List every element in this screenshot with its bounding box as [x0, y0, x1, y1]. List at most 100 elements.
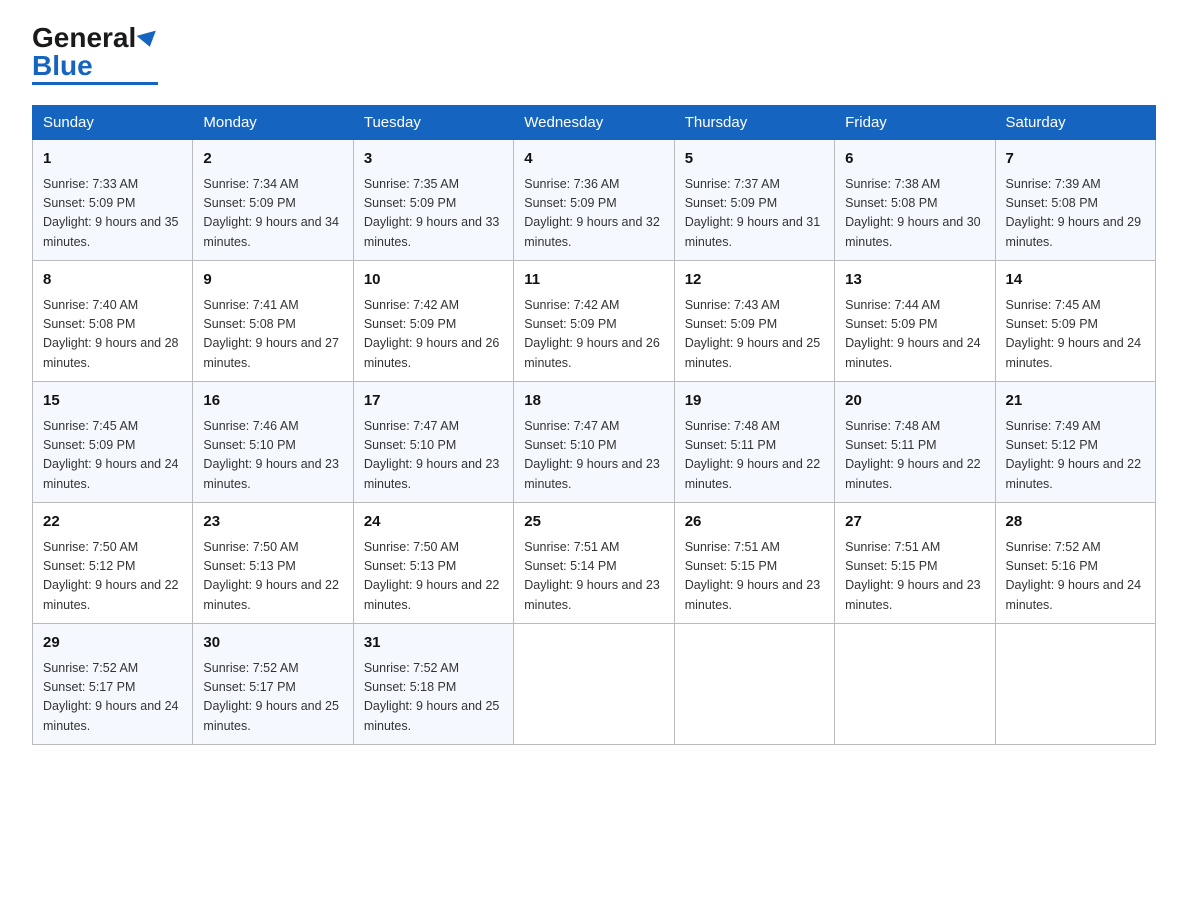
day-info: Sunrise: 7:42 AMSunset: 5:09 PMDaylight:… [524, 296, 663, 374]
calendar-cell: 15Sunrise: 7:45 AMSunset: 5:09 PMDayligh… [33, 382, 193, 503]
calendar-cell: 25 Sunrise: 7:51 AMSunset: 5:14 PMDayligh… [514, 503, 674, 624]
calendar-cell [514, 624, 674, 745]
day-info: Sunrise: 7:51 AMSunset: 5:15 PMDaylight:… [845, 538, 984, 616]
day-number: 18 [524, 390, 663, 413]
logo-line [32, 82, 158, 85]
calendar-cell: 8 Sunrise: 7:40 AMSunset: 5:08 PMDaylight… [33, 261, 193, 382]
day-info: Sunrise: 7:51 AMSunset: 5:15 PMDaylight:… [685, 538, 824, 616]
calendar-cell: 28Sunrise: 7:52 AMSunset: 5:16 PMDayligh… [995, 503, 1155, 624]
week-row-4: 22Sunrise: 7:50 AMSunset: 5:12 PMDayligh… [33, 503, 1156, 624]
calendar-cell: 30Sunrise: 7:52 AMSunset: 5:17 PMDayligh… [193, 624, 353, 745]
day-info: Sunrise: 7:40 AMSunset: 5:08 PMDaylight:… [43, 296, 182, 374]
calendar-cell: 31 Sunrise: 7:52 AMSunset: 5:18 PMDayligh… [353, 624, 513, 745]
logo-general: General [32, 22, 136, 53]
logo-blue: Blue [32, 50, 93, 81]
calendar-cell: 12 Sunrise: 7:43 AMSunset: 5:09 PMDayligh… [674, 261, 834, 382]
calendar-cell: 20 Sunrise: 7:48 AMSunset: 5:11 PMDayligh… [835, 382, 995, 503]
header-day-monday: Monday [193, 106, 353, 140]
calendar-cell: 9 Sunrise: 7:41 AMSunset: 5:08 PMDaylight… [193, 261, 353, 382]
day-info: Sunrise: 7:50 AMSunset: 5:13 PMDaylight:… [203, 538, 342, 616]
day-info: Sunrise: 7:47 AMSunset: 5:10 PMDaylight:… [524, 417, 663, 495]
logo-text: General Blue [32, 24, 158, 80]
calendar-cell: 23 Sunrise: 7:50 AMSunset: 5:13 PMDayligh… [193, 503, 353, 624]
week-row-2: 8 Sunrise: 7:40 AMSunset: 5:08 PMDaylight… [33, 261, 1156, 382]
day-number: 3 [364, 148, 503, 171]
calendar-cell: 29 Sunrise: 7:52 AMSunset: 5:17 PMDayligh… [33, 624, 193, 745]
page-header: General Blue [32, 24, 1156, 85]
day-number: 10 [364, 269, 503, 292]
day-info: Sunrise: 7:42 AMSunset: 5:09 PMDaylight:… [364, 296, 503, 374]
day-info: Sunrise: 7:50 AMSunset: 5:12 PMDaylight:… [43, 538, 182, 616]
calendar-table: SundayMondayTuesdayWednesdayThursdayFrid… [32, 105, 1156, 745]
header-day-thursday: Thursday [674, 106, 834, 140]
day-number: 4 [524, 148, 663, 171]
calendar-cell: 7 Sunrise: 7:39 AMSunset: 5:08 PMDaylight… [995, 140, 1155, 261]
day-info: Sunrise: 7:33 AMSunset: 5:09 PMDaylight:… [43, 175, 182, 253]
day-info: Sunrise: 7:48 AMSunset: 5:11 PMDaylight:… [845, 417, 984, 495]
day-number: 27 [845, 511, 984, 534]
day-number: 23 [203, 511, 342, 534]
calendar-cell: 21Sunrise: 7:49 AMSunset: 5:12 PMDayligh… [995, 382, 1155, 503]
header-day-saturday: Saturday [995, 106, 1155, 140]
day-info: Sunrise: 7:52 AMSunset: 5:18 PMDaylight:… [364, 659, 503, 737]
day-info: Sunrise: 7:38 AMSunset: 5:08 PMDaylight:… [845, 175, 984, 253]
header-day-friday: Friday [835, 106, 995, 140]
calendar-cell: 22Sunrise: 7:50 AMSunset: 5:12 PMDayligh… [33, 503, 193, 624]
day-info: Sunrise: 7:43 AMSunset: 5:09 PMDaylight:… [685, 296, 824, 374]
calendar-cell: 5Sunrise: 7:37 AMSunset: 5:09 PMDaylight… [674, 140, 834, 261]
header-row: SundayMondayTuesdayWednesdayThursdayFrid… [33, 106, 1156, 140]
calendar-body: 1Sunrise: 7:33 AMSunset: 5:09 PMDaylight… [33, 140, 1156, 745]
day-info: Sunrise: 7:48 AMSunset: 5:11 PMDaylight:… [685, 417, 824, 495]
day-number: 29 [43, 632, 182, 655]
day-number: 11 [524, 269, 663, 292]
calendar-cell: 2 Sunrise: 7:34 AMSunset: 5:09 PMDaylight… [193, 140, 353, 261]
day-number: 13 [845, 269, 984, 292]
week-row-5: 29 Sunrise: 7:52 AMSunset: 5:17 PMDayligh… [33, 624, 1156, 745]
calendar-cell: 1Sunrise: 7:33 AMSunset: 5:09 PMDaylight… [33, 140, 193, 261]
day-info: Sunrise: 7:35 AMSunset: 5:09 PMDaylight:… [364, 175, 503, 253]
day-info: Sunrise: 7:34 AMSunset: 5:09 PMDaylight:… [203, 175, 342, 253]
day-number: 15 [43, 390, 182, 413]
calendar-cell: 14Sunrise: 7:45 AMSunset: 5:09 PMDayligh… [995, 261, 1155, 382]
day-info: Sunrise: 7:51 AMSunset: 5:14 PMDaylight:… [524, 538, 663, 616]
day-info: Sunrise: 7:41 AMSunset: 5:08 PMDaylight:… [203, 296, 342, 374]
day-number: 12 [685, 269, 824, 292]
day-info: Sunrise: 7:39 AMSunset: 5:08 PMDaylight:… [1006, 175, 1145, 253]
day-number: 17 [364, 390, 503, 413]
calendar-cell: 4 Sunrise: 7:36 AMSunset: 5:09 PMDaylight… [514, 140, 674, 261]
calendar-cell [674, 624, 834, 745]
calendar-cell: 18 Sunrise: 7:47 AMSunset: 5:10 PMDayligh… [514, 382, 674, 503]
calendar-cell: 16 Sunrise: 7:46 AMSunset: 5:10 PMDayligh… [193, 382, 353, 503]
day-number: 19 [685, 390, 824, 413]
day-number: 24 [364, 511, 503, 534]
calendar-cell: 3 Sunrise: 7:35 AMSunset: 5:09 PMDaylight… [353, 140, 513, 261]
calendar-cell: 6Sunrise: 7:38 AMSunset: 5:08 PMDaylight… [835, 140, 995, 261]
day-number: 7 [1006, 148, 1145, 171]
calendar-cell: 10 Sunrise: 7:42 AMSunset: 5:09 PMDayligh… [353, 261, 513, 382]
day-number: 30 [203, 632, 342, 655]
day-info: Sunrise: 7:37 AMSunset: 5:09 PMDaylight:… [685, 175, 824, 253]
day-number: 20 [845, 390, 984, 413]
calendar-cell: 26Sunrise: 7:51 AMSunset: 5:15 PMDayligh… [674, 503, 834, 624]
day-number: 16 [203, 390, 342, 413]
day-number: 21 [1006, 390, 1145, 413]
day-number: 25 [524, 511, 663, 534]
day-number: 9 [203, 269, 342, 292]
calendar-cell: 19 Sunrise: 7:48 AMSunset: 5:11 PMDayligh… [674, 382, 834, 503]
day-number: 8 [43, 269, 182, 292]
calendar-cell: 13 Sunrise: 7:44 AMSunset: 5:09 PMDayligh… [835, 261, 995, 382]
day-info: Sunrise: 7:52 AMSunset: 5:17 PMDaylight:… [43, 659, 182, 737]
day-number: 2 [203, 148, 342, 171]
day-info: Sunrise: 7:36 AMSunset: 5:09 PMDaylight:… [524, 175, 663, 253]
day-info: Sunrise: 7:46 AMSunset: 5:10 PMDaylight:… [203, 417, 342, 495]
day-number: 14 [1006, 269, 1145, 292]
week-row-1: 1Sunrise: 7:33 AMSunset: 5:09 PMDaylight… [33, 140, 1156, 261]
day-info: Sunrise: 7:50 AMSunset: 5:13 PMDaylight:… [364, 538, 503, 616]
day-info: Sunrise: 7:44 AMSunset: 5:09 PMDaylight:… [845, 296, 984, 374]
header-day-wednesday: Wednesday [514, 106, 674, 140]
calendar-cell: 11 Sunrise: 7:42 AMSunset: 5:09 PMDayligh… [514, 261, 674, 382]
logo-triangle-icon [137, 30, 160, 49]
day-number: 28 [1006, 511, 1145, 534]
logo: General Blue [32, 24, 158, 85]
day-number: 31 [364, 632, 503, 655]
